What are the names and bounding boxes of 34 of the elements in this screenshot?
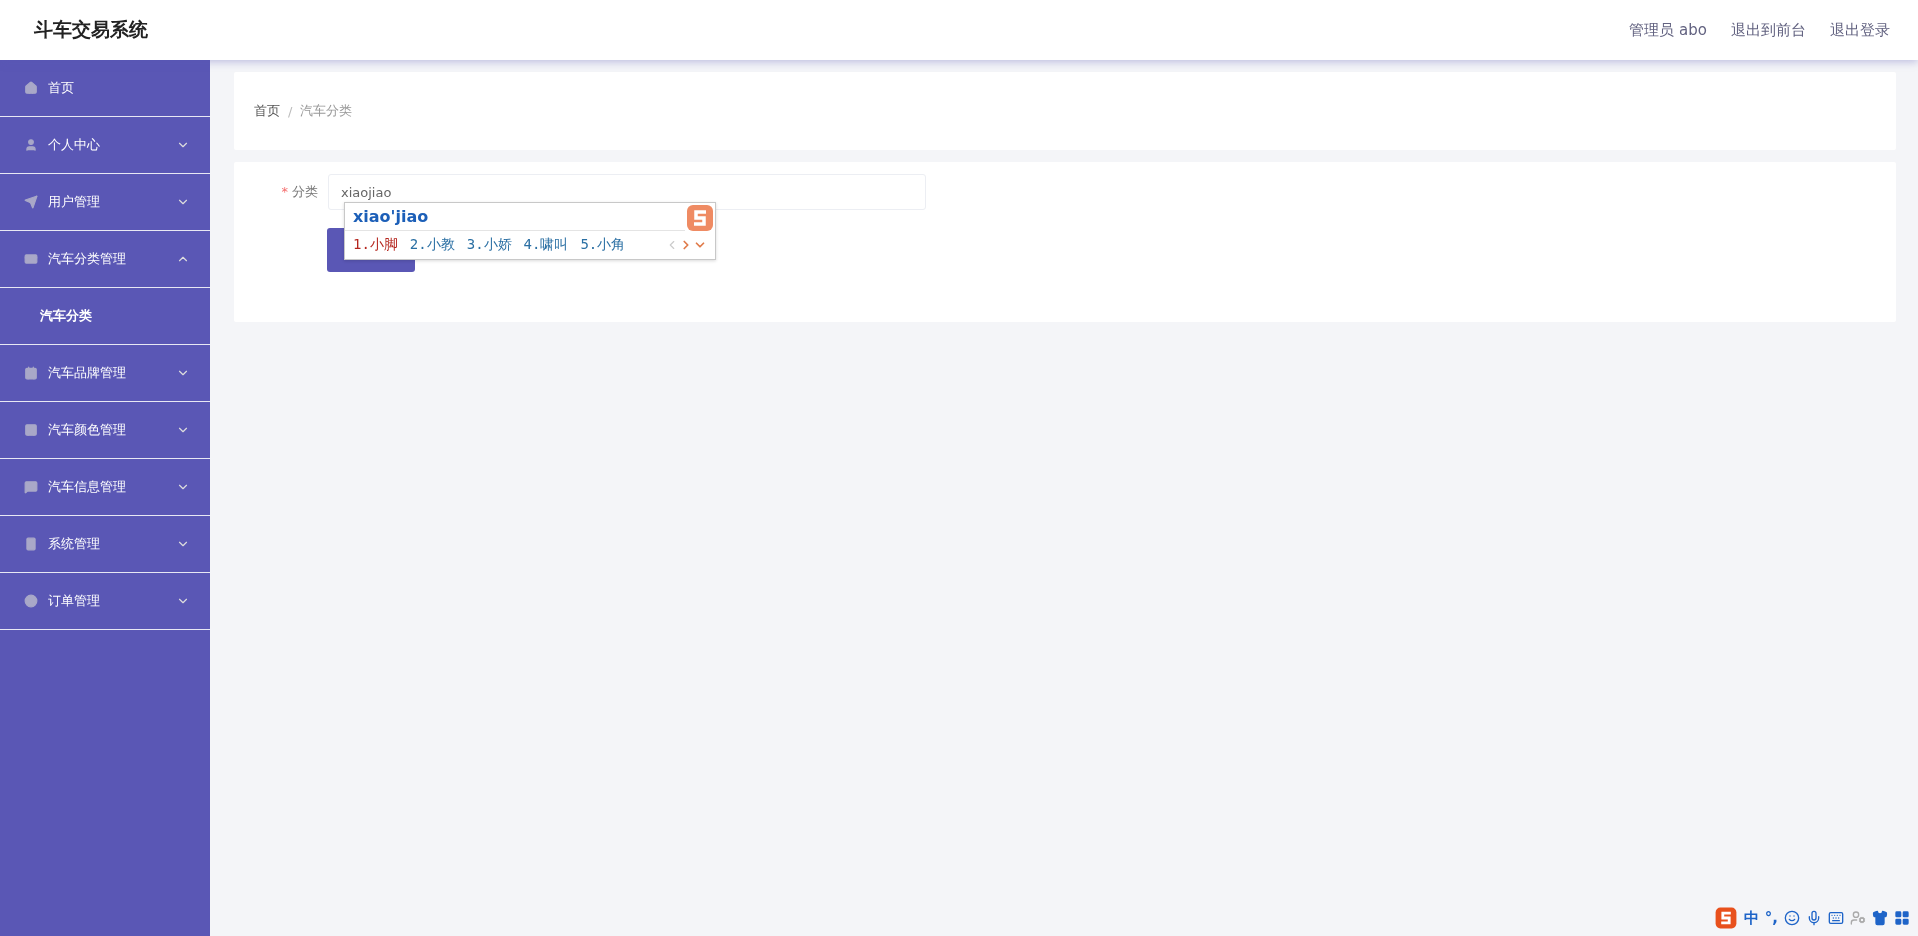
punctuation-toggle[interactable]: °, <box>1764 909 1778 927</box>
breadcrumb-separator: / <box>288 103 293 119</box>
input-mode-toggle[interactable]: 中 <box>1743 908 1759 928</box>
keyboard-icon[interactable] <box>1828 910 1844 926</box>
field-label: * 分类 <box>280 183 318 201</box>
shirt-icon[interactable] <box>1872 910 1888 926</box>
sidebar-item[interactable]: 订单管理 <box>0 573 210 630</box>
sidebar-subitem[interactable]: 汽车分类 <box>0 288 210 345</box>
smiley-icon[interactable] <box>1784 910 1800 926</box>
ime-candidate[interactable]: 1.小脚 <box>353 236 398 254</box>
chat-icon <box>24 480 38 494</box>
sidebar-item[interactable]: 汽车分类管理 <box>0 231 210 288</box>
ime-composition: xiao'jiao <box>345 203 685 231</box>
ime-candidate[interactable]: 5.小角 <box>580 236 626 254</box>
s-logo-icon[interactable] <box>1713 906 1738 930</box>
app-title: 斗车交易系统 <box>34 17 148 42</box>
header-link[interactable]: 退出登录 <box>1830 20 1890 40</box>
home-icon <box>24 81 38 95</box>
breadcrumb-link[interactable]: 首页 <box>254 102 280 120</box>
ime-candidate[interactable]: 4.啸叫 <box>523 236 569 254</box>
paper-plane-icon <box>24 195 38 209</box>
ime-candidate[interactable]: 3.小娇 <box>466 236 512 254</box>
ime-candidate[interactable]: 2.小教 <box>409 236 455 254</box>
sidebar-item[interactable]: 汽车品牌管理 <box>0 345 210 402</box>
header-link[interactable]: 管理员 abo <box>1629 20 1707 40</box>
sidebar-item[interactable]: 汽车信息管理 <box>0 459 210 516</box>
sidebar-item[interactable]: 系统管理 <box>0 516 210 573</box>
grid-icon[interactable] <box>1894 910 1910 926</box>
sidebar-item[interactable]: 首页 <box>0 60 210 117</box>
microphone-icon[interactable] <box>1806 910 1822 926</box>
header-link[interactable]: 退出到前台 <box>1731 20 1806 40</box>
sidebar-item[interactable]: 汽车颜色管理 <box>0 402 210 459</box>
sidebar-item[interactable]: 个人中心 <box>0 117 210 174</box>
sidebar-item[interactable]: 用户管理 <box>0 174 210 231</box>
